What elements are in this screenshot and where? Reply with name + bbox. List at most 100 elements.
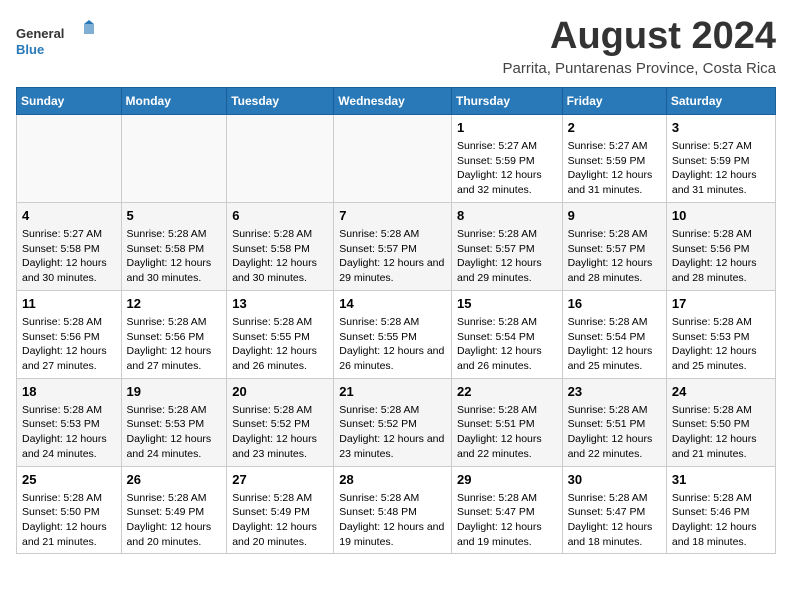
cell-text: Sunrise: 5:28 AM [339,315,446,330]
calendar-cell: 29Sunrise: 5:28 AMSunset: 5:47 PMDayligh… [451,466,562,554]
day-number: 26 [127,471,222,489]
cell-text: Sunset: 5:53 PM [672,330,770,345]
calendar-cell: 23Sunrise: 5:28 AMSunset: 5:51 PMDayligh… [562,378,666,466]
cell-text: Daylight: 12 hours and 30 minutes. [232,256,328,285]
calendar-cell [17,114,122,202]
cell-text: Sunset: 5:47 PM [568,505,661,520]
cell-text: Daylight: 12 hours and 24 minutes. [22,432,116,461]
cell-text: Sunset: 5:51 PM [568,417,661,432]
day-number: 8 [457,207,557,225]
cell-text: Sunrise: 5:28 AM [127,403,222,418]
cell-text: Sunset: 5:58 PM [127,242,222,257]
week-row-1: 1Sunrise: 5:27 AMSunset: 5:59 PMDaylight… [17,114,776,202]
cell-text: Daylight: 12 hours and 20 minutes. [127,520,222,549]
calendar-cell: 18Sunrise: 5:28 AMSunset: 5:53 PMDayligh… [17,378,122,466]
header-tuesday: Tuesday [227,87,334,114]
calendar-cell [121,114,227,202]
cell-text: Daylight: 12 hours and 32 minutes. [457,168,557,197]
cell-text: Sunset: 5:54 PM [568,330,661,345]
day-number: 2 [568,119,661,137]
cell-text: Sunset: 5:49 PM [232,505,328,520]
cell-text: Sunset: 5:57 PM [568,242,661,257]
cell-text: Sunrise: 5:28 AM [457,403,557,418]
cell-text: Daylight: 12 hours and 31 minutes. [672,168,770,197]
calendar-cell: 7Sunrise: 5:28 AMSunset: 5:57 PMDaylight… [334,202,452,290]
calendar-table: SundayMondayTuesdayWednesdayThursdayFrid… [16,87,776,555]
day-number: 9 [568,207,661,225]
day-number: 7 [339,207,446,225]
cell-text: Sunrise: 5:28 AM [339,491,446,506]
day-number: 22 [457,383,557,401]
cell-text: Sunrise: 5:27 AM [22,227,116,242]
day-number: 29 [457,471,557,489]
calendar-cell: 17Sunrise: 5:28 AMSunset: 5:53 PMDayligh… [666,290,775,378]
day-number: 3 [672,119,770,137]
day-number: 31 [672,471,770,489]
cell-text: Sunset: 5:55 PM [232,330,328,345]
week-row-5: 25Sunrise: 5:28 AMSunset: 5:50 PMDayligh… [17,466,776,554]
cell-text: Sunrise: 5:28 AM [457,315,557,330]
day-number: 13 [232,295,328,313]
title-section: August 2024 Parrita, Puntarenas Province… [503,16,776,77]
cell-text: Daylight: 12 hours and 23 minutes. [339,432,446,461]
calendar-cell: 31Sunrise: 5:28 AMSunset: 5:46 PMDayligh… [666,466,775,554]
cell-text: Sunset: 5:56 PM [22,330,116,345]
cell-text: Daylight: 12 hours and 19 minutes. [457,520,557,549]
calendar-cell: 9Sunrise: 5:28 AMSunset: 5:57 PMDaylight… [562,202,666,290]
header-row: SundayMondayTuesdayWednesdayThursdayFrid… [17,87,776,114]
cell-text: Sunrise: 5:28 AM [232,403,328,418]
day-number: 16 [568,295,661,313]
header-wednesday: Wednesday [334,87,452,114]
cell-text: Sunrise: 5:28 AM [127,315,222,330]
day-number: 5 [127,207,222,225]
cell-text: Daylight: 12 hours and 21 minutes. [672,432,770,461]
cell-text: Daylight: 12 hours and 26 minutes. [339,344,446,373]
cell-text: Daylight: 12 hours and 23 minutes. [232,432,328,461]
cell-text: Sunrise: 5:28 AM [672,227,770,242]
calendar-cell: 8Sunrise: 5:28 AMSunset: 5:57 PMDaylight… [451,202,562,290]
cell-text: Daylight: 12 hours and 25 minutes. [672,344,770,373]
cell-text: Sunset: 5:58 PM [232,242,328,257]
cell-text: Sunset: 5:52 PM [232,417,328,432]
cell-text: Sunset: 5:50 PM [672,417,770,432]
calendar-cell: 26Sunrise: 5:28 AMSunset: 5:49 PMDayligh… [121,466,227,554]
page-header: General Blue August 2024 Parrita, Puntar… [16,16,776,77]
day-number: 21 [339,383,446,401]
calendar-cell: 21Sunrise: 5:28 AMSunset: 5:52 PMDayligh… [334,378,452,466]
calendar-cell: 14Sunrise: 5:28 AMSunset: 5:55 PMDayligh… [334,290,452,378]
cell-text: Daylight: 12 hours and 27 minutes. [22,344,116,373]
cell-text: Daylight: 12 hours and 30 minutes. [22,256,116,285]
calendar-cell: 3Sunrise: 5:27 AMSunset: 5:59 PMDaylight… [666,114,775,202]
cell-text: Daylight: 12 hours and 21 minutes. [22,520,116,549]
cell-text: Daylight: 12 hours and 27 minutes. [127,344,222,373]
cell-text: Sunset: 5:59 PM [568,154,661,169]
cell-text: Sunrise: 5:28 AM [22,315,116,330]
cell-text: Sunset: 5:56 PM [127,330,222,345]
calendar-cell: 10Sunrise: 5:28 AMSunset: 5:56 PMDayligh… [666,202,775,290]
cell-text: Daylight: 12 hours and 26 minutes. [457,344,557,373]
cell-text: Sunset: 5:58 PM [22,242,116,257]
day-number: 6 [232,207,328,225]
calendar-cell: 15Sunrise: 5:28 AMSunset: 5:54 PMDayligh… [451,290,562,378]
cell-text: Sunset: 5:52 PM [339,417,446,432]
cell-text: Daylight: 12 hours and 29 minutes. [339,256,446,285]
main-title: August 2024 [503,16,776,58]
calendar-cell: 1Sunrise: 5:27 AMSunset: 5:59 PMDaylight… [451,114,562,202]
cell-text: Sunrise: 5:28 AM [22,491,116,506]
cell-text: Daylight: 12 hours and 20 minutes. [232,520,328,549]
cell-text: Sunset: 5:53 PM [22,417,116,432]
cell-text: Sunset: 5:59 PM [672,154,770,169]
cell-text: Daylight: 12 hours and 22 minutes. [457,432,557,461]
calendar-cell: 27Sunrise: 5:28 AMSunset: 5:49 PMDayligh… [227,466,334,554]
header-monday: Monday [121,87,227,114]
cell-text: Sunrise: 5:28 AM [232,315,328,330]
day-number: 18 [22,383,116,401]
header-friday: Friday [562,87,666,114]
cell-text: Sunset: 5:53 PM [127,417,222,432]
cell-text: Sunset: 5:50 PM [22,505,116,520]
day-number: 4 [22,207,116,225]
cell-text: Sunrise: 5:27 AM [568,139,661,154]
cell-text: Daylight: 12 hours and 24 minutes. [127,432,222,461]
calendar-cell: 12Sunrise: 5:28 AMSunset: 5:56 PMDayligh… [121,290,227,378]
week-row-3: 11Sunrise: 5:28 AMSunset: 5:56 PMDayligh… [17,290,776,378]
